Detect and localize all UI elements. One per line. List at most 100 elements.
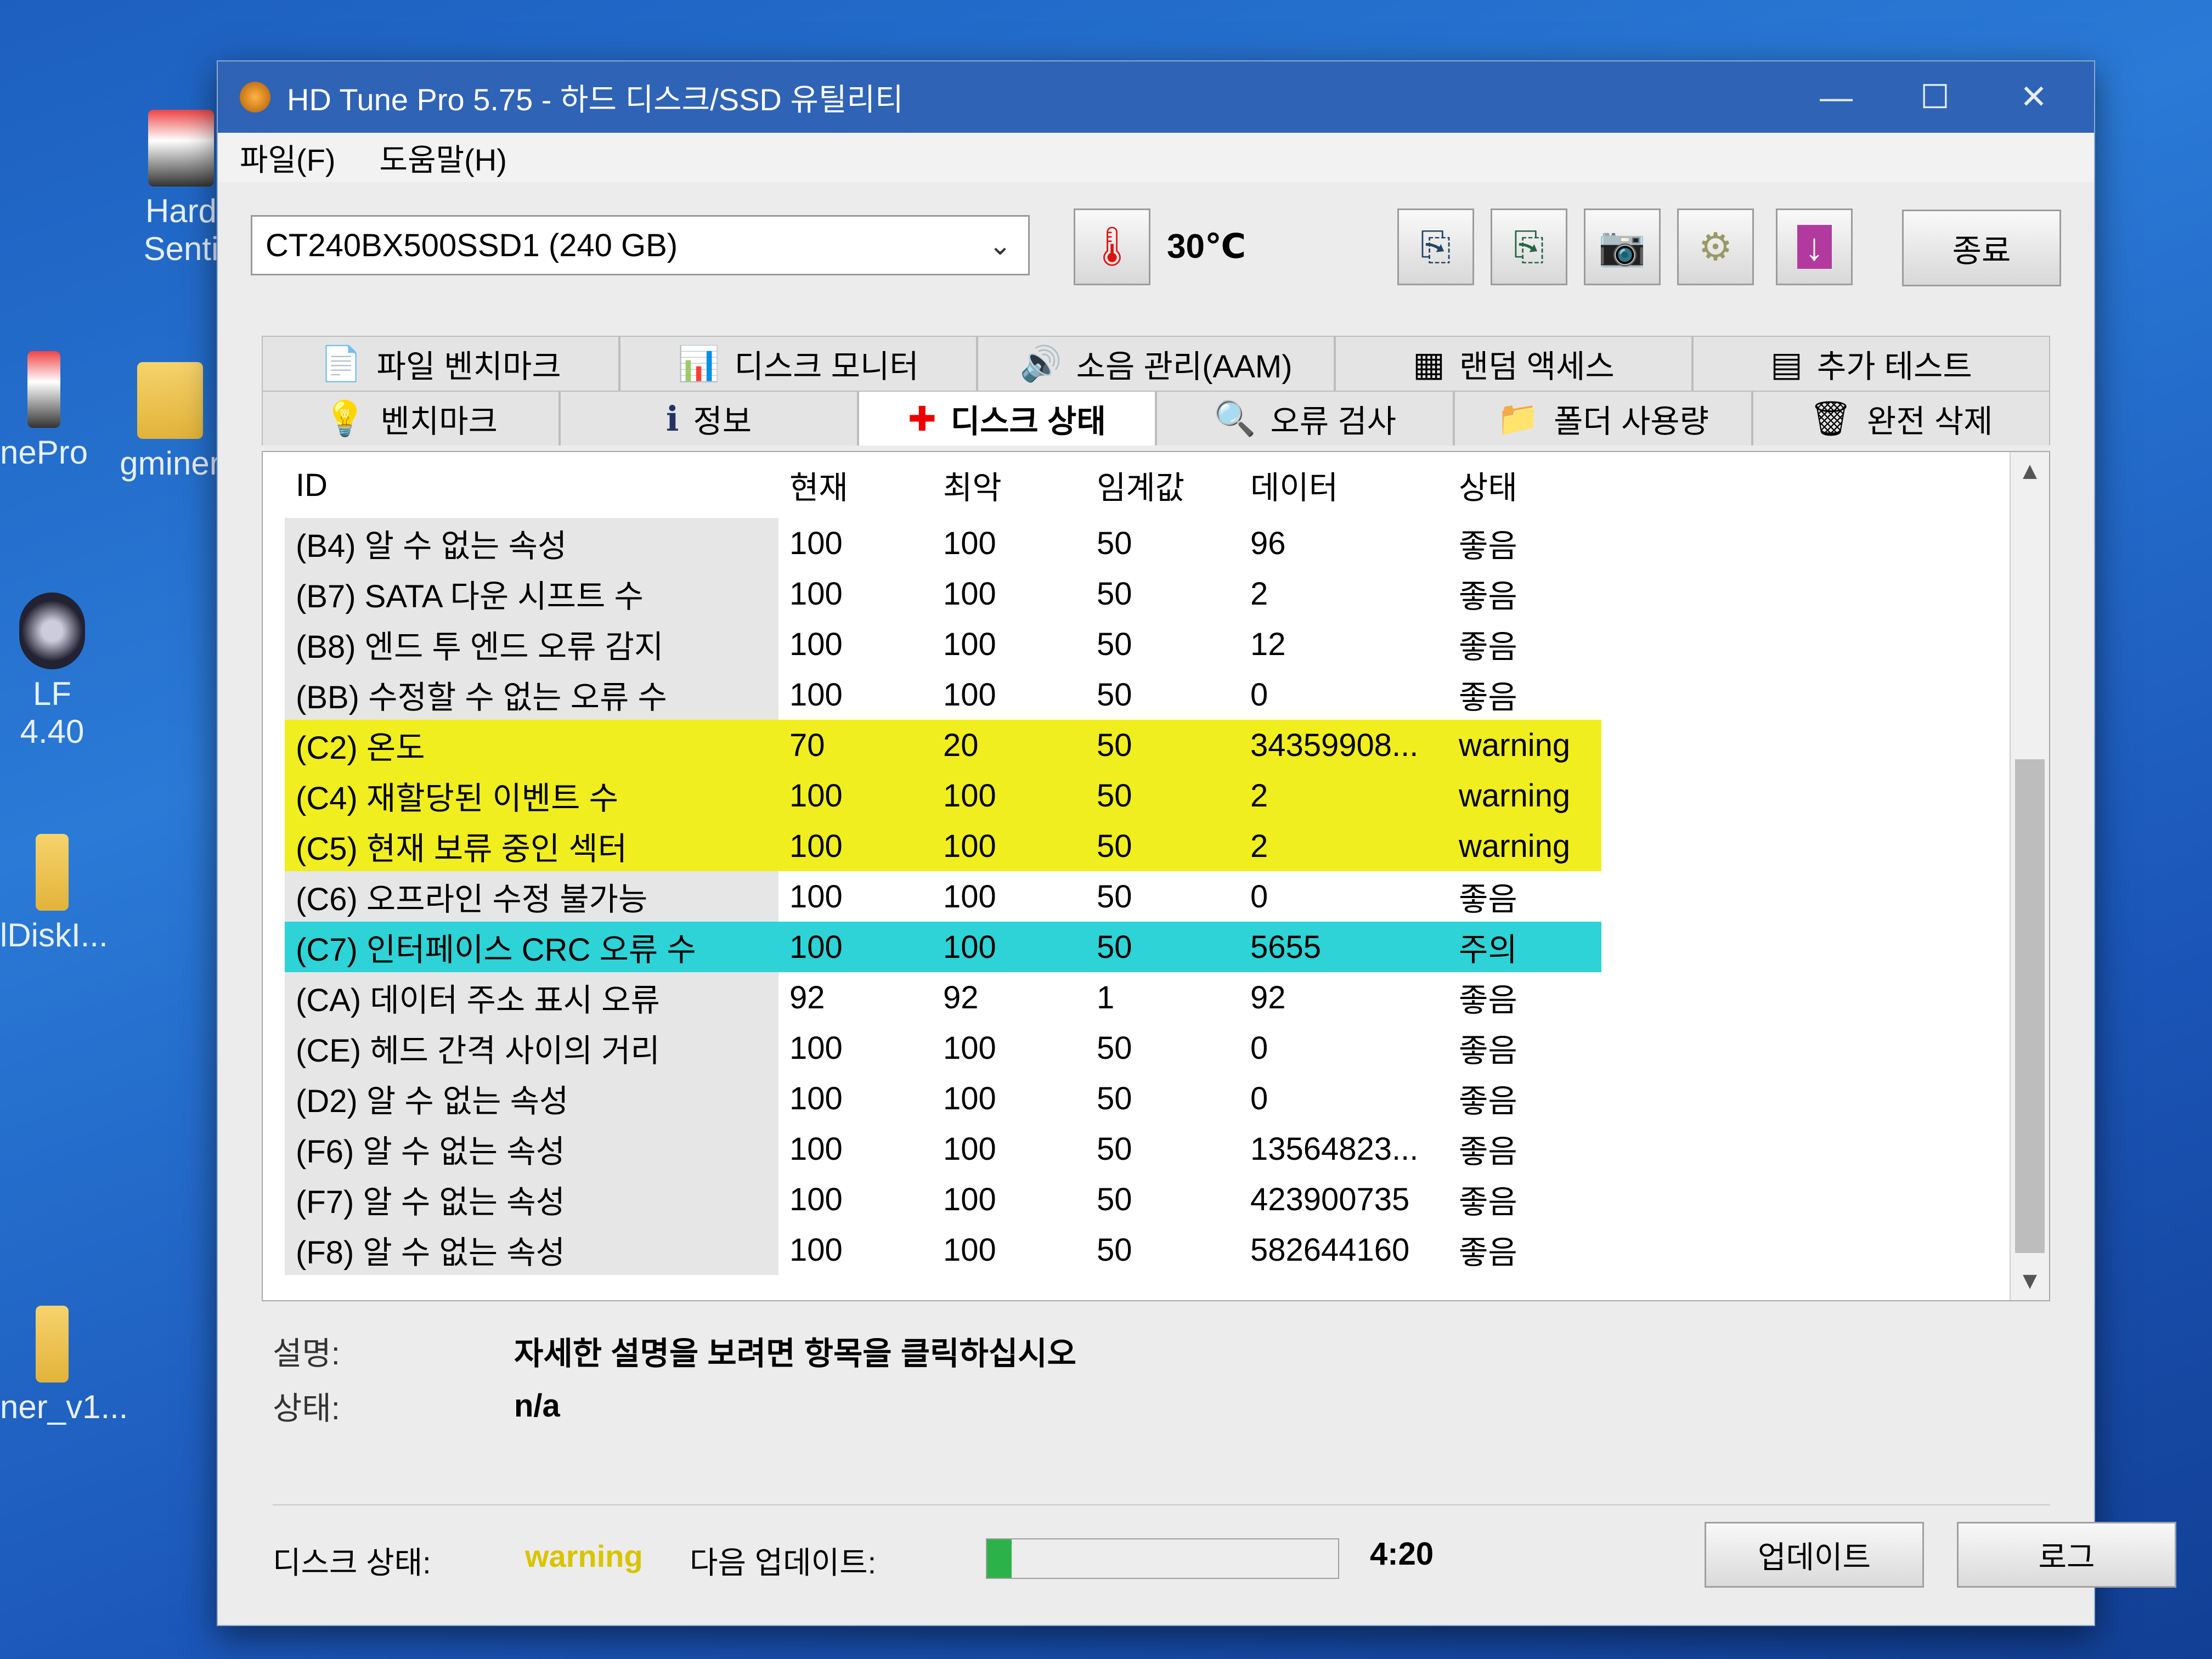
cell-id: (C5) 현재 보류 중인 섹터 (285, 821, 778, 871)
cell-id: (F8) 알 수 없는 속성 (285, 1224, 778, 1275)
cell-status: 좋음 (1459, 579, 1517, 614)
table-row[interactable]: (B7) SATA 다운 시프트 수 100 100 50 2 좋음 (285, 568, 1601, 619)
table-row[interactable]: (CA) 데이터 주소 표시 오류 92 92 1 92 좋음 (285, 972, 1601, 1023)
table-row[interactable]: (C5) 현재 보류 중인 섹터 100 100 50 2 warning (285, 821, 1601, 871)
tab-error-scan[interactable]: 🔍 오류 검사 (1155, 391, 1454, 445)
cell-data: 0 (1250, 1080, 1268, 1116)
cell-id: (B4) 알 수 없는 속성 (285, 518, 778, 568)
cell-status: warning (1448, 821, 1601, 871)
extra-tests-icon: ▤ (1770, 345, 1803, 383)
tab-benchmark[interactable]: 💡 벤치마크 (262, 391, 560, 445)
col-data[interactable]: 데이터 (1239, 452, 1448, 518)
copy-icon: ⎘ (1420, 225, 1451, 268)
cell-worst: 100 (943, 676, 996, 713)
table-row[interactable]: (C7) 인터페이스 CRC 오류 수 100 100 50 5655 주의 (285, 922, 1601, 972)
tab-extra-tests[interactable]: ▤ 추가 테스트 (1692, 336, 2050, 391)
smart-table-panel: ID 현재 최악 임계값 데이터 상태 (B4) 알 수 없는 속성 100 100… (262, 451, 2050, 1301)
tab-health[interactable]: ✚ 디스크 상태 (857, 391, 1156, 445)
table-row[interactable]: (CE) 헤드 간격 사이의 거리 100 100 50 0 좋음 (285, 1023, 1601, 1073)
folder-icon (36, 1306, 69, 1383)
disk-status-label: 디스크 상태: (273, 1545, 431, 1580)
cell-data: 5655 (1239, 922, 1448, 972)
table-row[interactable]: (B4) 알 수 없는 속성 100 100 50 96 좋음 (285, 518, 1601, 568)
cell-id: (CE) 헤드 간격 사이의 거리 (285, 1023, 778, 1073)
col-id[interactable]: ID (285, 452, 778, 518)
copy-all-button[interactable]: ⎘ (1491, 208, 1567, 285)
desktop-icon-ner[interactable]: ner_v1... (0, 1306, 128, 1426)
cell-status: 좋음 (1459, 629, 1517, 665)
scroll-thumb[interactable] (2015, 759, 2045, 1253)
options-button[interactable]: ⚙ (1677, 208, 1754, 285)
random-access-icon: ▦ (1413, 345, 1445, 383)
tab-disk-monitor[interactable]: 📊 디스크 모니터 (619, 336, 977, 391)
minimize-button[interactable]: — (1787, 61, 1886, 133)
tab-random-access[interactable]: ▦ 랜덤 액세스 (1335, 336, 1692, 391)
table-row[interactable]: (F7) 알 수 없는 속성 100 100 50 423900735 좋음 (285, 1174, 1601, 1224)
title-bar[interactable]: HD Tune Pro 5.75 - 하드 디스크/SSD 유틸리티 — ☐ ✕ (218, 61, 2094, 133)
cell-status: 좋음 (1459, 1084, 1517, 1119)
scrollbar[interactable]: ▲ ▼ (2010, 452, 2049, 1300)
table-row[interactable]: (F6) 알 수 없는 속성 100 100 50 13564823... 좋음 (285, 1124, 1601, 1174)
tab-aam[interactable]: 🔊 소음 관리(AAM) (977, 336, 1335, 391)
cell-status: 좋음 (1459, 1184, 1517, 1220)
screenshot-button[interactable]: 📷 (1584, 208, 1661, 285)
table-row[interactable]: (F8) 알 수 없는 속성 100 100 50 582644160 좋음 (285, 1224, 1601, 1275)
maximize-button[interactable]: ☐ (1886, 61, 1984, 133)
desktop-icon-idisk[interactable]: lDiskI... (0, 834, 108, 954)
scroll-up-icon[interactable]: ▲ (2011, 458, 2049, 485)
table-row[interactable]: (C6) 오프라인 수정 불가능 100 100 50 0 좋음 (285, 871, 1601, 922)
table-row[interactable]: (D2) 알 수 없는 속성 100 100 50 0 좋음 (285, 1073, 1601, 1124)
cell-worst: 100 (943, 1080, 996, 1116)
cell-data: 423900735 (1250, 1181, 1410, 1217)
desktop-icon-lf[interactable]: LF 4.40 (0, 592, 104, 751)
cell-id: (BB) 수정할 수 없는 오류 수 (285, 669, 778, 720)
cell-id: (C4) 재할당된 이벤트 수 (285, 770, 778, 821)
tab-file-benchmark[interactable]: 📄 파일 벤치마크 (262, 336, 619, 391)
copy-info-button[interactable]: ⎘ (1397, 208, 1474, 285)
scroll-down-icon[interactable]: ▼ (2011, 1267, 2049, 1295)
cell-current: 92 (789, 979, 825, 1015)
cell-status: 좋음 (1459, 1033, 1517, 1069)
cell-data: 2 (1239, 770, 1448, 821)
desktop-icon-nepro[interactable]: nePro (0, 351, 88, 471)
table-row[interactable]: (BB) 수정할 수 없는 오류 수 100 100 50 0 좋음 (285, 669, 1601, 720)
menu-help[interactable]: 도움말(H) (358, 136, 529, 180)
tab-info[interactable]: ℹ 정보 (560, 391, 858, 445)
hdtune-app-icon (240, 82, 270, 112)
log-button[interactable]: 로그 (1957, 1522, 2176, 1588)
table-row[interactable]: (C2) 온도 70 20 50 34359908... warning (285, 720, 1601, 770)
cell-threshold: 50 (1097, 626, 1132, 662)
window-title: HD Tune Pro 5.75 - 하드 디스크/SSD 유틸리티 (287, 82, 904, 117)
col-current[interactable]: 현재 (778, 452, 932, 518)
cell-threshold: 50 (1097, 878, 1132, 915)
update-progress-bar (986, 1538, 1339, 1579)
cell-threshold: 50 (1097, 1181, 1132, 1217)
download-arrow-icon: ↓ (1797, 225, 1832, 269)
close-button[interactable]: ✕ (1984, 61, 2083, 133)
cell-id: (B7) SATA 다운 시프트 수 (285, 568, 778, 619)
smart-table-body: (B4) 알 수 없는 속성 100 100 50 96 좋음 (B7) SATA 다운 시… (285, 518, 1601, 1275)
folder-icon (137, 362, 203, 439)
cell-data: 0 (1250, 676, 1268, 713)
update-button[interactable]: 업데이트 (1705, 1522, 1924, 1588)
col-threshold[interactable]: 임계값 (1086, 452, 1239, 518)
cell-worst: 100 (932, 821, 1086, 871)
attr-status-label: 상태: (273, 1391, 340, 1426)
cell-current: 100 (789, 626, 843, 662)
desktop-icon-gminer[interactable]: gminer (110, 362, 230, 482)
cell-data: 0 (1250, 1030, 1268, 1066)
col-worst[interactable]: 최악 (932, 452, 1086, 518)
drive-select[interactable]: CT240BX500SSD1 (240 GB) ⌄ (251, 215, 1030, 275)
table-row[interactable]: (C4) 재할당된 이벤트 수 100 100 50 2 warning (285, 770, 1601, 821)
exit-button[interactable]: 종료 (1902, 210, 2061, 286)
cell-id: (CA) 데이터 주소 표시 오류 (285, 972, 778, 1023)
menu-file[interactable]: 파일(F) (218, 136, 358, 180)
download-button[interactable]: ↓ (1776, 208, 1853, 285)
tab-erase[interactable]: 🗑 완전 삭제 (1752, 391, 2050, 445)
col-status[interactable]: 상태 (1448, 452, 1601, 518)
tab-folder-usage[interactable]: 📁 폴더 사용량 (1454, 391, 1752, 445)
cell-worst: 100 (932, 770, 1086, 821)
table-row[interactable]: (B8) 엔드 투 엔드 오류 감지 100 100 50 12 좋음 (285, 619, 1601, 669)
cell-current: 100 (789, 878, 843, 915)
attr-status-value: n/a (514, 1387, 560, 1424)
